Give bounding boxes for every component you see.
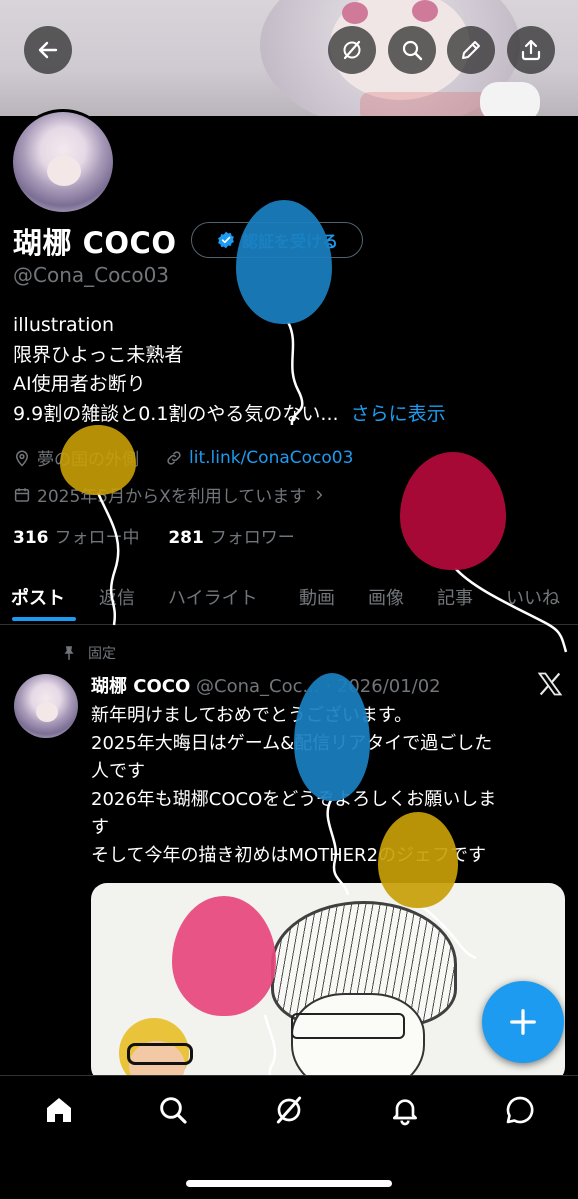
post-header: 瑚梛 COCO @Cona_Coc... · 2026/01/02 xyxy=(91,672,441,698)
pinned-indicator: 固定 xyxy=(60,643,116,663)
link-icon xyxy=(167,450,181,465)
calendar-icon xyxy=(14,487,30,502)
post-author-handle[interactable]: @Cona_Coc... xyxy=(196,676,320,697)
following-link[interactable]: 316 フォロー中 xyxy=(13,528,140,548)
followers-link[interactable]: 281 フォロワー xyxy=(168,528,295,548)
profile-avatar[interactable] xyxy=(10,109,116,215)
following-label: フォロー中 xyxy=(54,528,140,548)
edit-button[interactable] xyxy=(447,26,495,74)
nav-notifications[interactable] xyxy=(388,1093,422,1127)
profile-handle: @Cona_Coco03 xyxy=(13,263,170,287)
search-icon xyxy=(402,40,423,61)
tab-likes[interactable]: いいね xyxy=(506,570,560,624)
profile-location: 夢の国の外側 xyxy=(37,450,139,470)
nav-search[interactable] xyxy=(156,1093,190,1127)
post-text-line: す xyxy=(91,817,109,838)
nav-home[interactable] xyxy=(42,1093,76,1127)
tab-posts[interactable]: ポスト xyxy=(11,570,65,624)
tab-articles[interactable]: 記事 xyxy=(437,570,473,624)
share-icon xyxy=(521,39,541,61)
chevron-right-icon xyxy=(316,489,323,500)
get-verified-label: 認証を受ける xyxy=(241,232,338,251)
back-arrow-icon xyxy=(38,41,58,59)
search-icon xyxy=(160,1097,187,1124)
tab-replies[interactable]: 返信 xyxy=(99,570,135,624)
following-count: 316 xyxy=(13,528,49,548)
plus-icon xyxy=(510,1009,536,1035)
pin-icon xyxy=(64,646,74,660)
post-media-image[interactable] xyxy=(91,883,565,1083)
post-author-name[interactable]: 瑚梛 COCO xyxy=(91,676,190,697)
nav-messages[interactable] xyxy=(503,1093,537,1127)
tab-videos[interactable]: 動画 xyxy=(299,570,335,624)
banner-art-hand xyxy=(480,82,540,116)
follow-stats: 316 フォロー中 281 フォロワー xyxy=(13,523,295,548)
search-button[interactable] xyxy=(388,26,436,74)
get-verified-button[interactable]: 認証を受ける xyxy=(191,222,363,258)
nav-grok[interactable] xyxy=(272,1093,306,1127)
followers-label: フォロワー xyxy=(209,528,295,548)
grok-button[interactable] xyxy=(328,26,376,74)
pinned-label: 固定 xyxy=(88,646,116,662)
messages-icon xyxy=(506,1096,534,1124)
profile-joined-date: 2025年5月からXを利用しています xyxy=(37,487,307,507)
show-more-link[interactable]: さらに表示 xyxy=(351,403,446,425)
post-date[interactable]: · 2026/01/02 xyxy=(325,676,440,697)
balloon-blue xyxy=(236,200,332,324)
banner-art-collar xyxy=(360,92,500,116)
bio-line: AI使用者お断り xyxy=(13,373,146,395)
tab-images[interactable]: 画像 xyxy=(368,570,404,624)
share-button[interactable] xyxy=(507,26,555,74)
display-name: 瑚梛 COCO xyxy=(13,226,177,260)
followers-count: 281 xyxy=(168,528,204,548)
profile-meta-row: 夢の国の外側 lit.link/ConaCoco03 xyxy=(13,445,353,470)
profile-bio: illustration 限界ひよっこ未熟者 AI使用者お断り 9.9割の雑談と… xyxy=(13,311,446,429)
verified-badge-icon xyxy=(218,231,234,249)
post-text[interactable]: 新年明けましておめでとうございます。 2025年大晦日はゲーム&配信リアタイで過… xyxy=(91,702,496,870)
bio-line: 9.9割の雑談と0.1割のやる気のない... xyxy=(13,402,339,425)
post-text-line: そして今年の描き初めはMOTHER2のジェフです xyxy=(91,845,487,866)
balloon-red xyxy=(400,452,506,570)
bio-line: illustration xyxy=(13,314,115,336)
compose-post-button[interactable] xyxy=(482,981,564,1063)
grok-icon xyxy=(343,40,361,60)
notifications-icon xyxy=(393,1099,417,1126)
avatar-image xyxy=(14,674,78,738)
post-text-line: 人です xyxy=(91,761,145,782)
pencil-icon xyxy=(462,41,480,59)
active-tab-indicator xyxy=(12,617,76,621)
figure-glasses xyxy=(127,1043,193,1065)
profile-page: 瑚梛 COCO 認証を受ける @Cona_Coco03 illustration… xyxy=(0,0,578,1199)
banner-art-eye xyxy=(342,2,368,24)
banner-art-eye xyxy=(412,0,438,22)
x-logo-icon[interactable] xyxy=(536,670,564,698)
grok-icon xyxy=(276,1096,302,1124)
post-text-line: 2026年も瑚梛COCOをどうぞよろしくお願いしま xyxy=(91,789,497,810)
post-author-avatar[interactable] xyxy=(14,674,78,738)
post-text-line: 新年明けましておめでとうございます。 xyxy=(91,705,413,726)
home-icon xyxy=(47,1098,71,1122)
home-indicator xyxy=(186,1180,392,1187)
back-button[interactable] xyxy=(24,26,72,74)
post-text-line: 2025年大晦日はゲーム&配信リアタイで過ごした xyxy=(91,733,493,754)
bio-line: 限界ひよっこ未熟者 xyxy=(13,343,184,366)
profile-joined-row[interactable]: 2025年5月からXを利用しています xyxy=(13,482,326,507)
profile-website-link[interactable]: lit.link/ConaCoco03 xyxy=(189,448,353,468)
sketch-glasses xyxy=(291,1013,405,1039)
profile-tabs: ポスト 返信 ハイライト 動画 画像 記事 いいね xyxy=(0,570,578,625)
location-pin-icon xyxy=(15,450,29,467)
tab-highlights[interactable]: ハイライト xyxy=(168,570,258,624)
avatar-image xyxy=(13,112,113,212)
